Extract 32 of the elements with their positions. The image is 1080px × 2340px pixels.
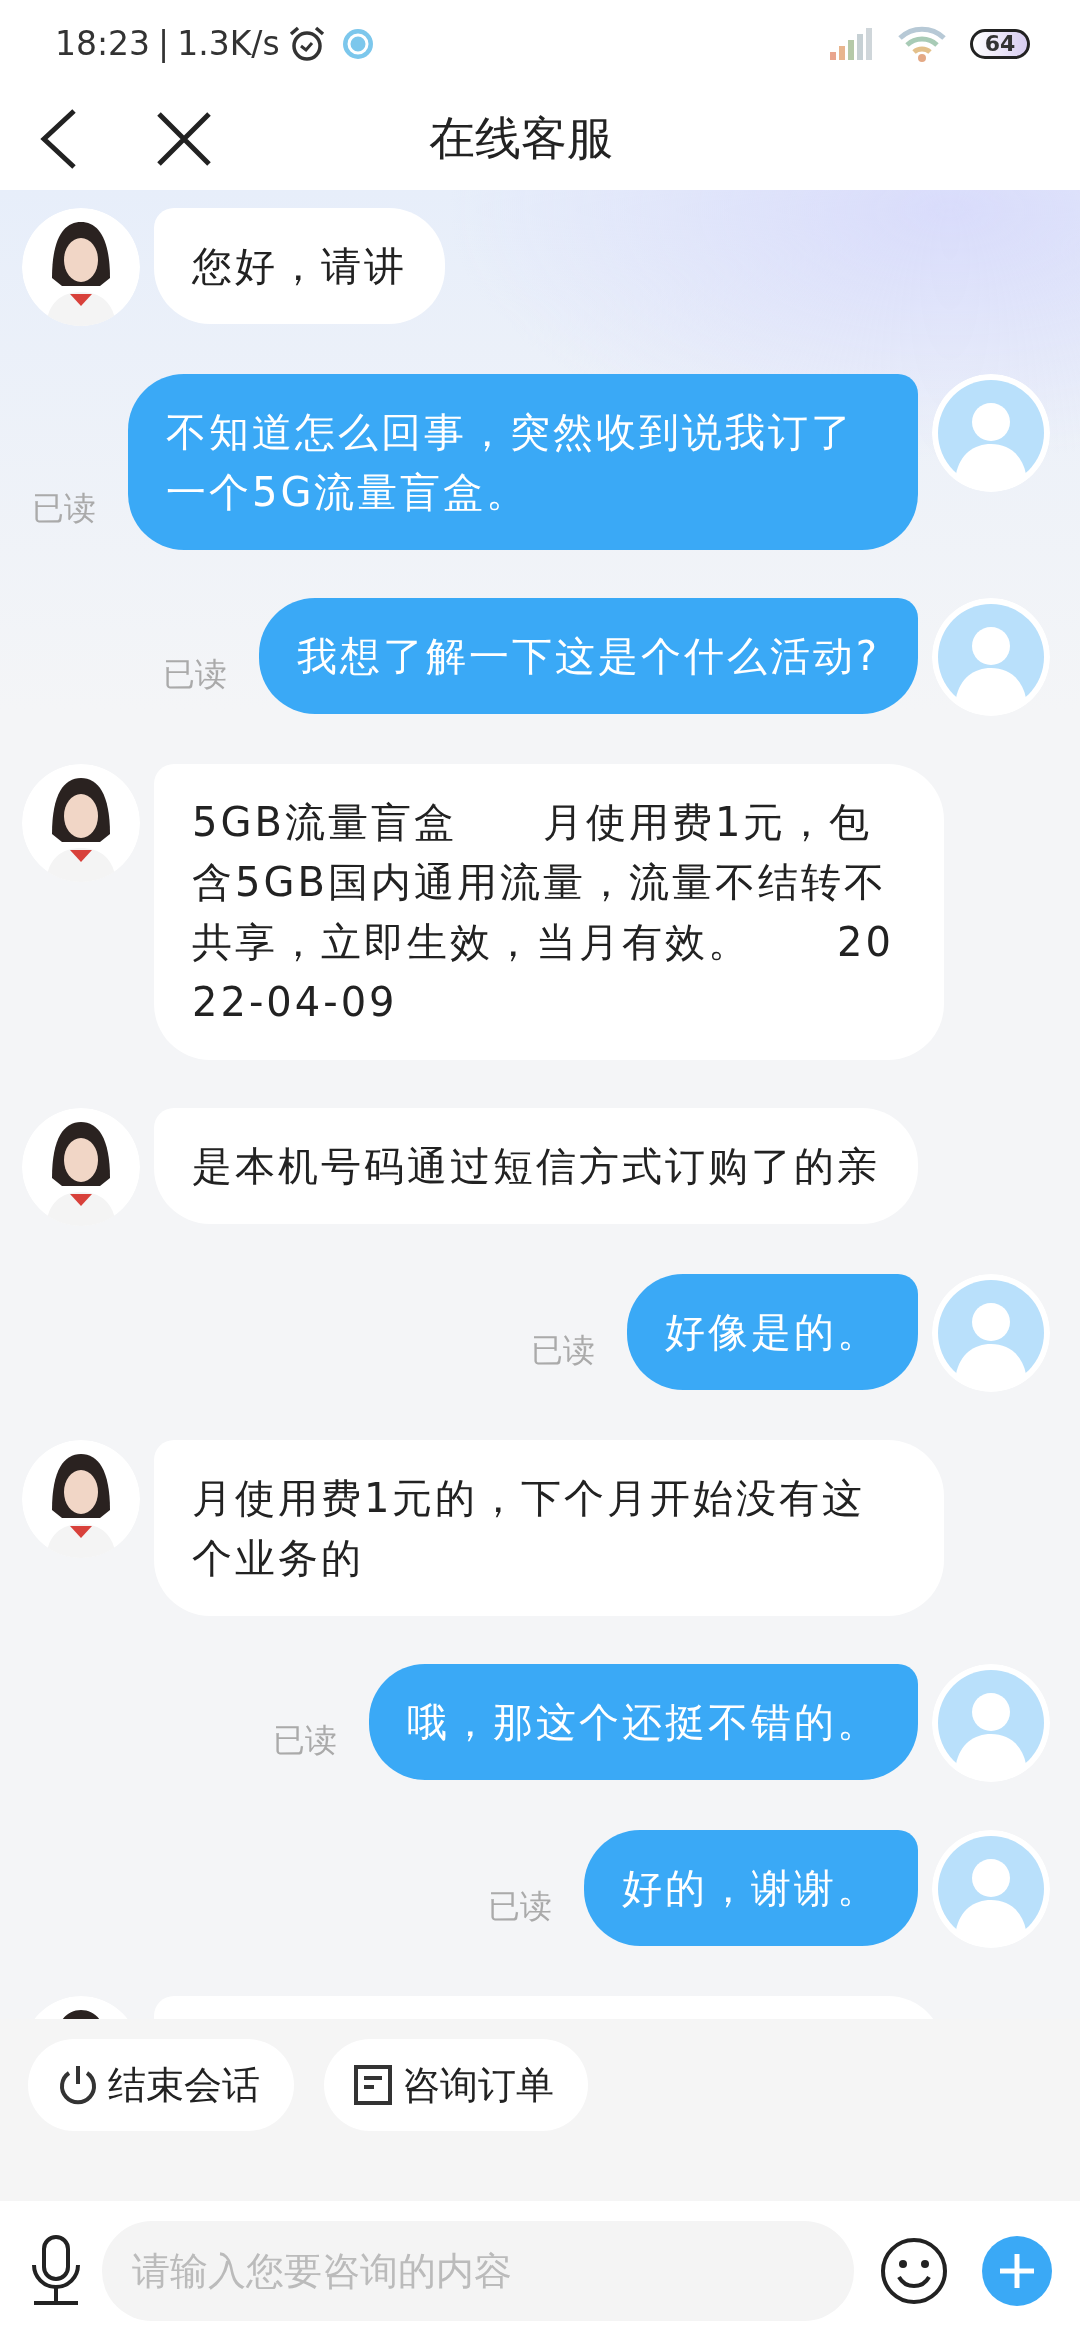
network-speed: 1.3K/s — [177, 23, 280, 66]
message-bubble: 不知道怎么回事，突然收到说我订了一个5G流量盲盒。 — [128, 373, 918, 550]
battery-icon: 64 — [970, 29, 1030, 59]
quick-action-button[interactable]: 结束会话 — [28, 2039, 294, 2132]
read-status: 已读 — [488, 1885, 552, 1927]
status-separator: | — [158, 23, 170, 66]
back-icon[interactable] — [38, 107, 78, 170]
power-icon — [58, 2064, 98, 2107]
read-status: 已读 — [162, 653, 227, 695]
message-bubble: 月使用费1元的，下个月开始没有这个业务的 — [154, 1439, 944, 1616]
carrier-icon — [341, 28, 374, 60]
read-status: 已读 — [32, 487, 96, 529]
message-bubble: 是本机号码通过短信方式订购了的亲 — [154, 1107, 918, 1224]
close-icon[interactable] — [156, 110, 212, 167]
document-icon — [354, 2065, 392, 2106]
read-status: 已读 — [531, 1329, 595, 1371]
message-bubble: 好的，谢谢。 — [584, 1829, 918, 1946]
page-title: 在线客服 — [429, 111, 613, 166]
emoji-icon[interactable] — [880, 2236, 948, 2305]
message-input[interactable]: 请输入您要咨询的内容 — [102, 2220, 854, 2321]
message-bubble: 我想了解一下这是个什么活动? — [258, 597, 918, 714]
signal-icon — [830, 28, 874, 60]
alarm-icon — [287, 25, 326, 63]
message-bubble: 哦，那这个还挺不错的。 — [369, 1663, 918, 1780]
message-bubble: 好像是的。 — [627, 1273, 918, 1390]
wifi-icon — [898, 26, 946, 62]
message-bubble: 您好，请讲 — [154, 207, 445, 324]
add-icon[interactable] — [982, 2235, 1052, 2306]
read-status: 已读 — [273, 1719, 337, 1761]
message-bubble: 5GB流量盲盒 月使用费1元，包含5GB国内通用流量，流量不结转不共享，立即生效，当月有效。 2022-04-09 — [154, 763, 944, 1060]
status-time: 18:23 — [55, 23, 151, 66]
quick-action-button[interactable]: 咨询订单 — [324, 2039, 588, 2132]
